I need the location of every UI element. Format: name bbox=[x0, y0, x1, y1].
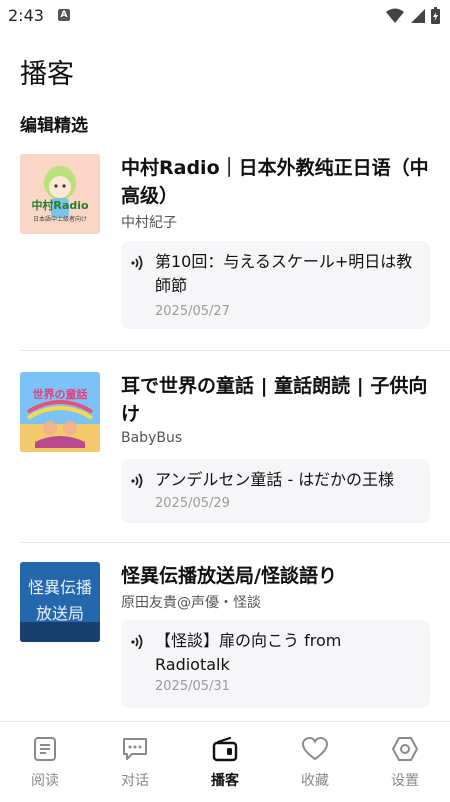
cover-title-text: 怪異伝播 bbox=[27, 578, 92, 597]
audio-wave-icon bbox=[131, 255, 143, 270]
audio-wave-icon bbox=[131, 634, 143, 649]
cover-title-text: 世界の童話 bbox=[32, 388, 88, 401]
podcast-cover[interactable]: 世界の童話 bbox=[20, 372, 100, 452]
episode-card[interactable]: アンデルセン童話 - はだかの王様 2025/05/29 bbox=[121, 459, 430, 523]
tab-label: 阅读 bbox=[31, 773, 59, 789]
status-icons bbox=[386, 7, 440, 24]
cover-title-text: 中村Radio bbox=[31, 199, 89, 212]
tab-label: 播客 bbox=[211, 773, 239, 789]
document-icon bbox=[34, 737, 56, 761]
tab-label: 对话 bbox=[121, 773, 149, 789]
tab-label: 设置 bbox=[391, 773, 419, 789]
tab-read[interactable]: 阅读 bbox=[0, 736, 90, 790]
heart-icon bbox=[301, 736, 329, 761]
audio-wave-icon bbox=[131, 473, 143, 488]
podcast-title[interactable]: 中村Radio｜日本外教纯正日语（中高级） bbox=[121, 154, 431, 210]
podcast-cover[interactable]: 中村Radio 日本語中上級者向け bbox=[20, 154, 100, 234]
page-title: 播客 bbox=[20, 59, 74, 90]
chat-bubble-icon bbox=[123, 738, 147, 760]
status-bar: 2:43 A bbox=[0, 0, 450, 32]
episode-title: 第10回：与えるスケール+明日は教師節 bbox=[155, 252, 413, 295]
podcast-author: BabyBus bbox=[121, 430, 183, 446]
cell-signal-icon bbox=[411, 8, 425, 23]
tab-chat[interactable]: 对话 bbox=[90, 736, 180, 790]
episode-date: 2025/05/31 bbox=[155, 679, 230, 694]
podcast-author: 中村紀子 bbox=[121, 215, 177, 231]
podcast-cover[interactable]: 怪異伝播 放送局 bbox=[20, 562, 100, 642]
podcast-item[interactable]: 世界の童話 耳で世界の童話 | 童話朗読 | 子供向け BabyBus アンデル… bbox=[0, 370, 450, 550]
wifi-icon bbox=[386, 8, 404, 23]
divider bbox=[20, 542, 450, 543]
cover-subtitle-text: 日本語中上級者向け bbox=[32, 216, 87, 223]
episode-title: 【怪談】扉の向こう from Radiotalk bbox=[155, 631, 342, 674]
tab-favorites[interactable]: 收藏 bbox=[270, 736, 360, 790]
radio-icon bbox=[212, 736, 238, 762]
podcast-author: 原田友貴@声優・怪談 bbox=[121, 595, 261, 611]
cover-illustration bbox=[20, 372, 100, 452]
episode-date: 2025/05/27 bbox=[155, 304, 230, 319]
podcast-title[interactable]: 耳で世界の童話 | 童話朗読 | 子供向け bbox=[121, 372, 431, 428]
episode-date: 2025/05/29 bbox=[155, 496, 230, 511]
tab-podcast[interactable]: 播客 bbox=[180, 736, 270, 790]
episode-card[interactable]: 【怪談】扉の向こう from Radiotalk 2025/05/31 bbox=[121, 620, 430, 708]
battery-icon bbox=[431, 7, 440, 24]
podcast-title[interactable]: 怪異伝播放送局/怪談語り bbox=[121, 562, 431, 590]
section-title: 编辑精选 bbox=[20, 116, 88, 136]
tab-settings[interactable]: 设置 bbox=[360, 736, 450, 790]
settings-hexagon-icon bbox=[392, 737, 418, 761]
podcast-item[interactable]: 中村Radio 日本語中上級者向け 中村Radio｜日本外教纯正日语（中高级） … bbox=[0, 152, 450, 352]
episode-title: アンデルセン童話 - はだかの王様 bbox=[155, 470, 394, 489]
episode-card[interactable]: 第10回：与えるスケール+明日は教師節 2025/05/27 bbox=[121, 241, 430, 329]
bottom-tab-bar: 阅读 对话 播客 收藏 设置 bbox=[0, 721, 450, 802]
app-notification-icon: A bbox=[58, 9, 70, 21]
tab-label: 收藏 bbox=[301, 773, 329, 789]
cover-title-text: 放送局 bbox=[35, 604, 84, 623]
status-time: 2:43 bbox=[8, 6, 44, 25]
podcast-item[interactable]: 怪異伝播 放送局 怪異伝播放送局/怪談語り 原田友貴@声優・怪談 【怪談】扉の向… bbox=[0, 562, 450, 712]
divider bbox=[20, 350, 450, 351]
